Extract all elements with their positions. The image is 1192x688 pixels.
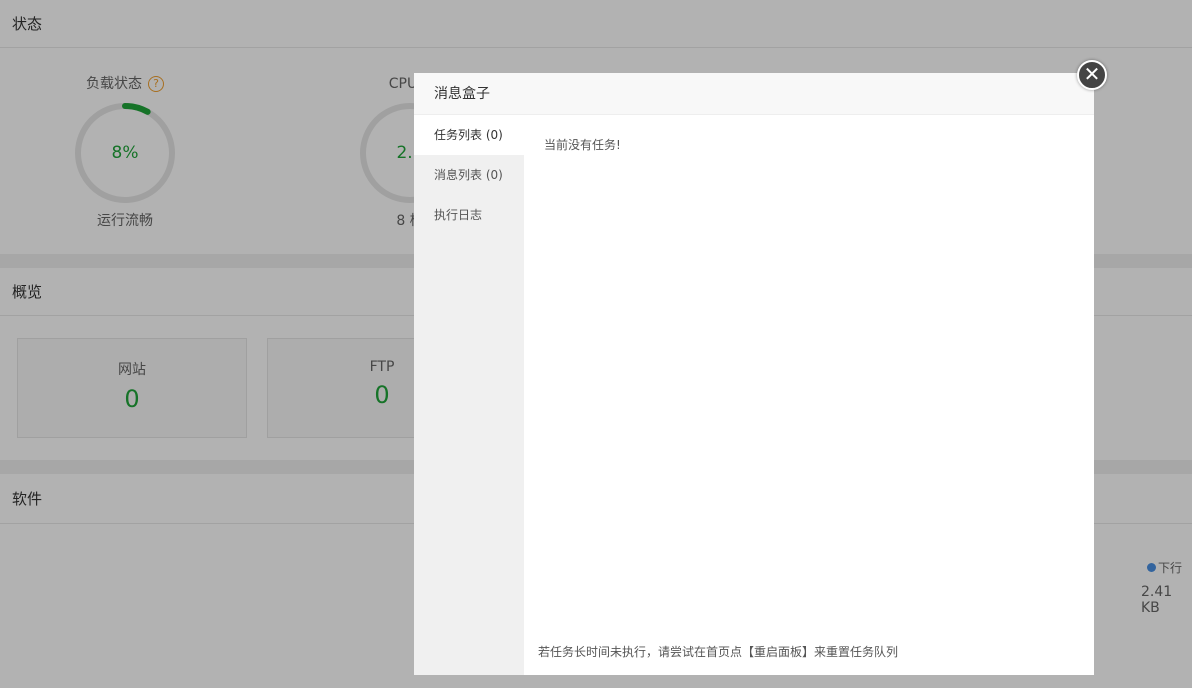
restart-tip-text: 若任务长时间未执行，请尝试在首页点【重启面板】来重置任务队列: [538, 645, 899, 659]
tab-task-list[interactable]: 任务列表 (0): [414, 115, 524, 155]
tab-execution-log[interactable]: 执行日志: [414, 195, 524, 235]
modal-sidebar: 任务列表 (0) 消息列表 (0) 执行日志: [414, 115, 524, 675]
message-box-modal: 消息盒子 任务列表 (0) 消息列表 (0) 执行日志 当前没有任务! 若任务长…: [414, 73, 1094, 675]
empty-task-message: 当前没有任务!: [544, 138, 621, 152]
modal-title: 消息盒子: [414, 73, 1094, 115]
tab-message-list[interactable]: 消息列表 (0): [414, 155, 524, 195]
close-icon[interactable]: ✕: [1077, 60, 1107, 90]
modal-content: 当前没有任务! 若任务长时间未执行，请尝试在首页点【重启面板】来重置任务队列: [524, 115, 1094, 675]
